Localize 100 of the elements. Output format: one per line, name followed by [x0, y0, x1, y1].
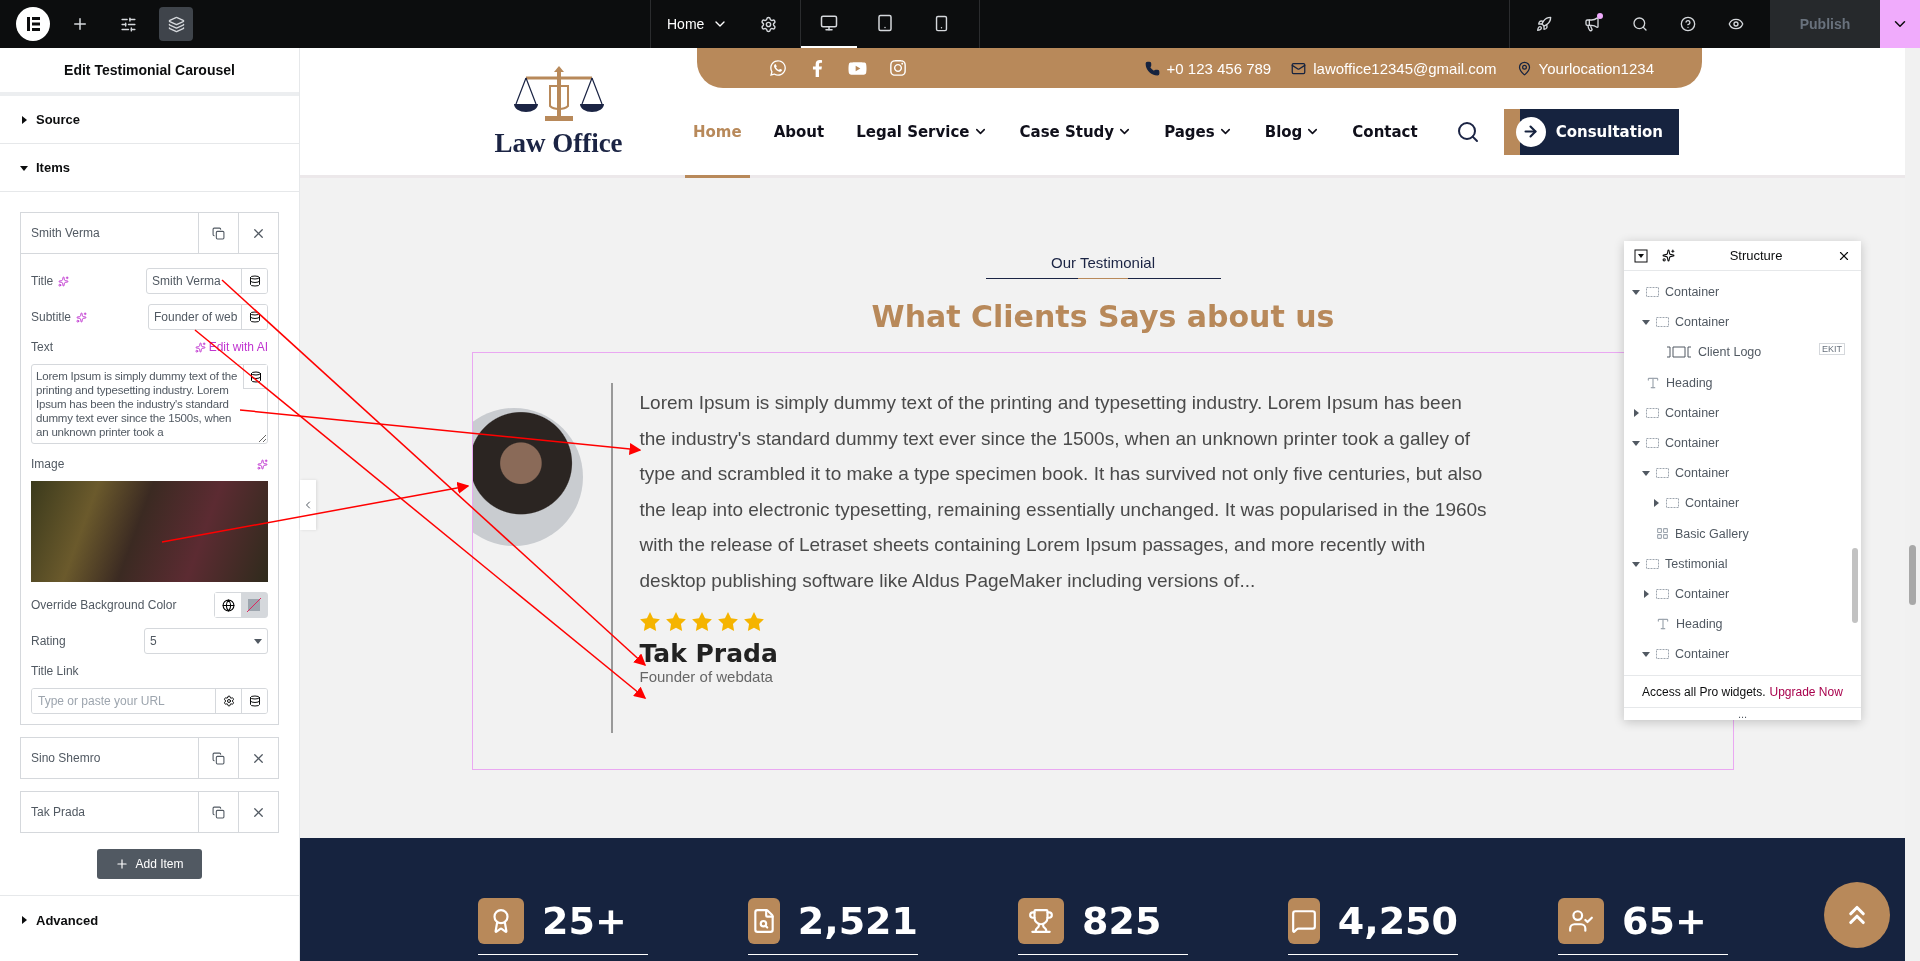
nav-link[interactable]: Blog: [1256, 88, 1329, 178]
database-icon[interactable]: [241, 269, 267, 293]
container-icon: [1666, 498, 1679, 509]
container-icon: [1656, 649, 1669, 660]
frame-icon: [1666, 346, 1692, 359]
tree-item[interactable]: Container: [1685, 496, 1740, 511]
megaphone-glyph-icon: [1584, 16, 1600, 32]
tree-item[interactable]: Container: [1675, 647, 1730, 662]
caret-right-icon: [20, 115, 28, 124]
field-label: Rating: [31, 634, 66, 648]
tree-item[interactable]: Container: [1675, 466, 1730, 481]
database-icon[interactable]: [241, 305, 267, 329]
email-address: lawoffice12345@gmail.com: [1313, 59, 1497, 77]
tree-item[interactable]: Container: [1665, 436, 1720, 451]
star-icon: [665, 612, 686, 631]
star-icon: [743, 612, 764, 631]
tree-item[interactable]: Container: [1665, 285, 1720, 300]
phone-icon: [1144, 60, 1160, 76]
app-logo[interactable]: [16, 7, 50, 41]
container-icon: [1656, 317, 1669, 328]
caret-down-icon[interactable]: [1632, 288, 1640, 297]
section-heading: What Clients Says about us: [871, 299, 1335, 334]
nav-link[interactable]: Contact: [1344, 88, 1426, 178]
field-label: Override Background Color: [31, 598, 177, 612]
nav-link[interactable]: Legal Service: [848, 88, 996, 178]
person-icon: [1558, 898, 1604, 944]
consultation-button[interactable]: Consultation: [1503, 108, 1679, 155]
field-label: Text: [31, 340, 53, 354]
arrow-right-icon: [1515, 116, 1546, 147]
plus-icon: [115, 857, 130, 871]
caret-down-icon[interactable]: [1642, 469, 1650, 478]
nav-link[interactable]: Case Study: [1011, 88, 1141, 178]
star-icon: [639, 612, 660, 631]
database-icon[interactable]: [243, 365, 267, 389]
sparkle-icon[interactable]: [1662, 249, 1675, 262]
input-field[interactable]: Founder of web: [148, 304, 268, 330]
document-search-icon: [748, 898, 780, 944]
tree-item[interactable]: Heading: [1676, 617, 1723, 632]
text-icon: [1656, 617, 1670, 632]
field-label: Title Link: [31, 664, 80, 678]
stat-number: 4,250: [1337, 899, 1458, 943]
container-icon: [1656, 468, 1669, 479]
caret-down-icon: [20, 163, 28, 172]
tree-item[interactable]: Heading: [1666, 375, 1713, 390]
tree-item[interactable]: Basic Gallery: [1675, 526, 1749, 541]
collapse-panel-button[interactable]: [300, 480, 316, 530]
stat-number: 25+: [542, 899, 627, 943]
add-item-button[interactable]: Add Item: [97, 849, 202, 879]
client-name: Tak Prada: [639, 639, 779, 668]
scrollbar-thumb[interactable]: [1909, 545, 1916, 605]
url-field[interactable]: Type or paste your URL: [31, 688, 268, 714]
layers-icon[interactable]: [159, 7, 193, 41]
logo-text: Law Office: [494, 128, 623, 159]
nav-link[interactable]: Pages: [1156, 88, 1241, 178]
scrollbar-thumb[interactable]: [1852, 548, 1858, 623]
sparkle-icon: [194, 341, 206, 353]
text-area[interactable]: Lorem Ipsum is simply dummy text of the printing and typesetting industry. Lorem Ipsum has been the industry's standard dummy text ever since the 1500s, when an unknown printer took a: [31, 364, 268, 444]
caret-down-icon[interactable]: [1642, 318, 1650, 327]
panel-title: Structure: [1728, 248, 1784, 263]
caret-down-icon: [254, 638, 262, 644]
phone-number: +0 123 456 789: [1166, 59, 1272, 77]
page-selector[interactable]: Home: [651, 0, 745, 48]
instagram-icon[interactable]: [889, 59, 907, 77]
stat-number: 65+: [1622, 899, 1707, 943]
caret-down-icon[interactable]: [1632, 559, 1640, 568]
tree-item[interactable]: Client Logo: [1698, 345, 1762, 360]
testimonial-text: Lorem Ipsum is simply dummy text of the printing and typesetting industry. Lorem Ipsum has been the industry's standard dummy text ever since the 1500s, when an unknown printer took a galley of type and scrambled it to make a type specimen book. It has survived not only five centuries, but also the leap into electronic typesetting, remaining essentially unchanged. It was popularised in the 1960s with the release of Letraset sheets containing Lorem Ipsum passages, and more recently with desktop publishing software like Aldus PageMaker including versions of...: [639, 391, 1488, 593]
caret-right-icon[interactable]: [1652, 499, 1660, 508]
caret-right-icon[interactable]: [1642, 589, 1650, 598]
map-pin-icon: [1516, 60, 1532, 76]
no-color-icon[interactable]: [241, 593, 267, 617]
nav-link[interactable]: About: [765, 88, 833, 178]
upgrade-notice: Access all Pro widgets. Upgrade Now: [1624, 675, 1861, 707]
drag-handle[interactable]: ...: [1624, 707, 1861, 720]
tree-item[interactable]: Container: [1675, 315, 1730, 330]
field-label: Title: [31, 274, 54, 288]
container-icon: [1656, 588, 1669, 599]
mail-icon: [1291, 60, 1307, 76]
caret-down-icon[interactable]: [1632, 439, 1640, 448]
dropdown-icon[interactable]: [1634, 248, 1648, 263]
star-icon: [717, 612, 738, 631]
tree-item[interactable]: Container: [1675, 586, 1730, 601]
container-icon: [1646, 287, 1659, 298]
client-role: Founder of webdata: [639, 668, 774, 685]
award-icon: [478, 898, 524, 944]
caret-right-icon[interactable]: [1632, 408, 1640, 417]
tree-item[interactable]: Container: [1665, 405, 1720, 420]
upgrade-link[interactable]: Upgrade Now: [1769, 684, 1843, 699]
input-field[interactable]: Smith Verma: [146, 268, 268, 294]
caret-down-icon[interactable]: [1642, 650, 1650, 659]
database-icon[interactable]: [241, 689, 267, 713]
chat-icon: [1288, 898, 1320, 944]
container-icon: [1646, 438, 1659, 449]
whatsapp-icon[interactable]: [769, 59, 787, 77]
widget-badge: EKIT: [1819, 343, 1845, 356]
container-icon: [1646, 407, 1659, 418]
tree-item[interactable]: Testimonial: [1665, 556, 1728, 571]
rating-select[interactable]: 5: [144, 628, 268, 654]
caret-right-icon: [20, 916, 28, 924]
stat-number: 2,521: [797, 899, 918, 943]
